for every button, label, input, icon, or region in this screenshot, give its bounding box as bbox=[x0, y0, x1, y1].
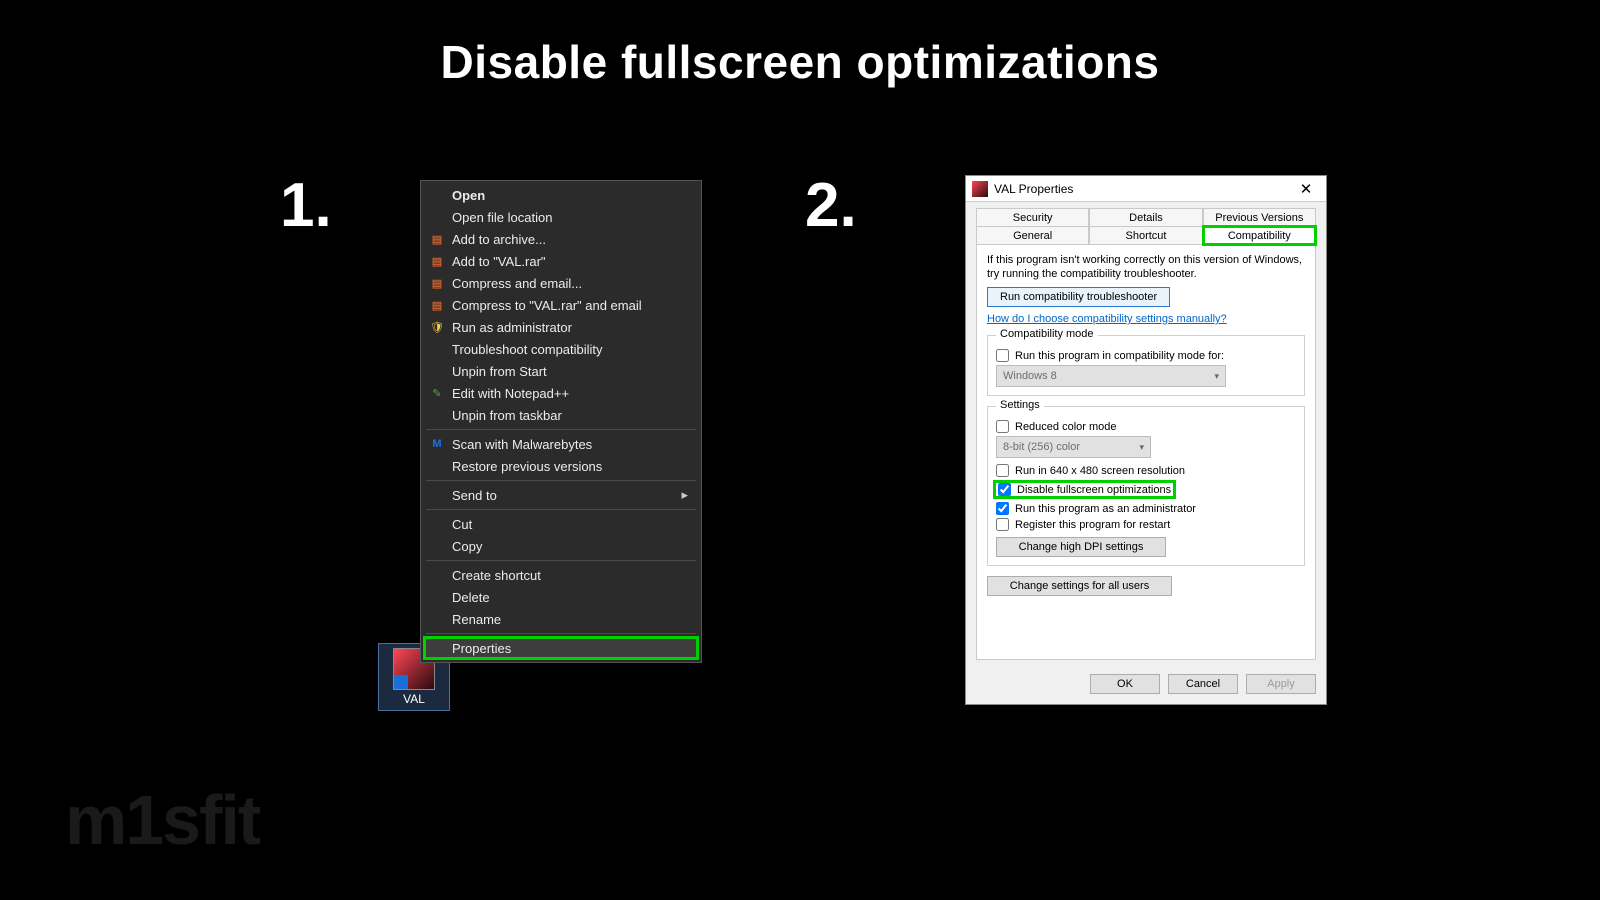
disable-fullscreen-checkbox[interactable]: Disable fullscreen optimizations bbox=[996, 483, 1173, 496]
ctx-edit-notepadpp[interactable]: ✎Edit with Notepad++ bbox=[424, 382, 698, 404]
notepadpp-icon: ✎ bbox=[429, 385, 445, 401]
chevron-down-icon: ▾ bbox=[1139, 442, 1144, 453]
separator bbox=[426, 509, 696, 510]
shield-icon: 🛡 bbox=[429, 319, 445, 335]
tab-compatibility[interactable]: Compatibility bbox=[1203, 226, 1316, 245]
ctx-add-valrar[interactable]: ▤Add to "VAL.rar" bbox=[424, 250, 698, 272]
reduced-color-label: Reduced color mode bbox=[1015, 421, 1117, 433]
properties-dialog: VAL Properties ✕ Security Details Previo… bbox=[965, 175, 1327, 705]
ctx-rename[interactable]: Rename bbox=[424, 608, 698, 630]
compat-mode-checkbox[interactable]: Run this program in compatibility mode f… bbox=[996, 349, 1296, 362]
reduced-color-input[interactable] bbox=[996, 420, 1009, 433]
ctx-restore-previous[interactable]: Restore previous versions bbox=[424, 455, 698, 477]
dialog-title-text: VAL Properties bbox=[994, 182, 1292, 196]
ctx-create-shortcut[interactable]: Create shortcut bbox=[424, 564, 698, 586]
ctx-run-admin[interactable]: 🛡Run as administrator bbox=[424, 316, 698, 338]
ctx-cut[interactable]: Cut bbox=[424, 513, 698, 535]
separator bbox=[426, 429, 696, 430]
apply-button[interactable]: Apply bbox=[1246, 674, 1316, 694]
desktop-shortcut-label: VAL bbox=[381, 692, 447, 706]
ctx-copy[interactable]: Copy bbox=[424, 535, 698, 557]
chevron-down-icon: ▾ bbox=[1214, 371, 1219, 382]
tab-general[interactable]: General bbox=[976, 226, 1089, 245]
separator bbox=[426, 633, 696, 634]
run-as-admin-input[interactable] bbox=[996, 502, 1009, 515]
ctx-delete[interactable]: Delete bbox=[424, 586, 698, 608]
step-number-1: 1. bbox=[280, 170, 332, 241]
change-dpi-button[interactable]: Change high DPI settings bbox=[996, 537, 1166, 557]
ctx-troubleshoot[interactable]: Troubleshoot compatibility bbox=[424, 338, 698, 360]
close-button[interactable]: ✕ bbox=[1292, 180, 1320, 198]
settings-legend: Settings bbox=[996, 399, 1044, 411]
ctx-properties[interactable]: Properties bbox=[424, 637, 698, 659]
winrar-icon: ▤ bbox=[429, 253, 445, 269]
color-mode-select[interactable]: 8-bit (256) color ▾ bbox=[996, 436, 1151, 458]
tabs-row: Security Details Previous Versions Gener… bbox=[976, 208, 1316, 244]
dialog-button-row: OK Cancel Apply bbox=[966, 668, 1326, 704]
app-icon bbox=[972, 181, 988, 197]
cancel-button[interactable]: Cancel bbox=[1168, 674, 1238, 694]
tab-details[interactable]: Details bbox=[1089, 208, 1202, 227]
run-640x480-input[interactable] bbox=[996, 464, 1009, 477]
ctx-add-archive[interactable]: ▤Add to archive... bbox=[424, 228, 698, 250]
chevron-right-icon: ▸ bbox=[681, 487, 688, 503]
tab-compatibility-body: If this program isn't working correctly … bbox=[976, 244, 1316, 660]
compat-info-text: If this program isn't working correctly … bbox=[987, 253, 1305, 281]
winrar-icon: ▤ bbox=[429, 275, 445, 291]
compat-mode-group: Compatibility mode Run this program in c… bbox=[987, 335, 1305, 396]
register-restart-input[interactable] bbox=[996, 518, 1009, 531]
separator bbox=[426, 480, 696, 481]
ctx-open[interactable]: Open bbox=[424, 184, 698, 206]
dialog-titlebar: VAL Properties ✕ bbox=[966, 176, 1326, 202]
compat-mode-select[interactable]: Windows 8 ▾ bbox=[996, 365, 1226, 387]
malwarebytes-icon: M bbox=[429, 436, 445, 452]
compat-help-link[interactable]: How do I choose compatibility settings m… bbox=[987, 313, 1227, 325]
winrar-icon: ▤ bbox=[429, 231, 445, 247]
register-restart-checkbox[interactable]: Register this program for restart bbox=[996, 518, 1296, 531]
run-as-admin-checkbox[interactable]: Run this program as an administrator bbox=[996, 502, 1296, 515]
change-all-users-button[interactable]: Change settings for all users bbox=[987, 576, 1172, 596]
ok-button[interactable]: OK bbox=[1090, 674, 1160, 694]
ctx-send-to[interactable]: Send to▸ bbox=[424, 484, 698, 506]
run-640x480-checkbox[interactable]: Run in 640 x 480 screen resolution bbox=[996, 464, 1296, 477]
page-title: Disable fullscreen optimizations bbox=[0, 35, 1600, 89]
settings-group: Settings Reduced color mode 8-bit (256) … bbox=[987, 406, 1305, 566]
compat-mode-legend: Compatibility mode bbox=[996, 328, 1098, 340]
watermark: m1sfit bbox=[65, 780, 259, 860]
winrar-icon: ▤ bbox=[429, 297, 445, 313]
ctx-scan-malwarebytes[interactable]: MScan with Malwarebytes bbox=[424, 433, 698, 455]
disable-fullscreen-label: Disable fullscreen optimizations bbox=[1017, 484, 1171, 496]
tab-shortcut[interactable]: Shortcut bbox=[1089, 226, 1202, 245]
ctx-compress-email[interactable]: ▤Compress and email... bbox=[424, 272, 698, 294]
ctx-unpin-start[interactable]: Unpin from Start bbox=[424, 360, 698, 382]
compat-mode-input[interactable] bbox=[996, 349, 1009, 362]
register-restart-label: Register this program for restart bbox=[1015, 519, 1170, 531]
ctx-unpin-taskbar[interactable]: Unpin from taskbar bbox=[424, 404, 698, 426]
ctx-open-file-location[interactable]: Open file location bbox=[424, 206, 698, 228]
separator bbox=[426, 560, 696, 561]
run-troubleshooter-button[interactable]: Run compatibility troubleshooter bbox=[987, 287, 1170, 307]
disable-fullscreen-input[interactable] bbox=[998, 483, 1011, 496]
step-number-2: 2. bbox=[805, 170, 857, 241]
ctx-compress-valrar-email[interactable]: ▤Compress to "VAL.rar" and email bbox=[424, 294, 698, 316]
tab-security[interactable]: Security bbox=[976, 208, 1089, 227]
run-640x480-label: Run in 640 x 480 screen resolution bbox=[1015, 465, 1185, 477]
run-as-admin-label: Run this program as an administrator bbox=[1015, 503, 1196, 515]
reduced-color-checkbox[interactable]: Reduced color mode bbox=[996, 420, 1296, 433]
compat-mode-label: Run this program in compatibility mode f… bbox=[1015, 350, 1224, 362]
tab-previous-versions[interactable]: Previous Versions bbox=[1203, 208, 1316, 227]
context-menu: Open Open file location ▤Add to archive.… bbox=[420, 180, 702, 663]
